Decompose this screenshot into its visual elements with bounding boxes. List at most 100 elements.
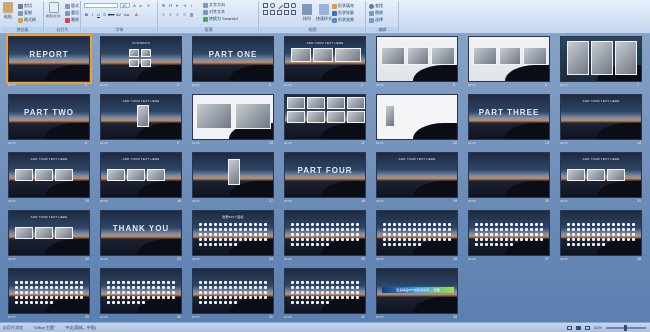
zoom-slider[interactable] <box>606 324 646 331</box>
slide-thumbnail[interactable]: ADD YOUR TEXT HERE <box>8 210 90 256</box>
slide-thumbnail[interactable] <box>284 210 366 256</box>
underline-icon[interactable]: U <box>96 12 101 17</box>
slide-thumbnail[interactable] <box>100 268 182 314</box>
select-button[interactable]: 选择 <box>369 17 383 23</box>
slide-thumbnail[interactable]: ADD YOUR TEXT HERE <box>560 94 642 140</box>
increase-indent-icon[interactable]: ⇥ <box>182 3 187 8</box>
format-painter-button[interactable]: 格式刷 <box>18 17 36 23</box>
layout-button[interactable]: 版式 <box>65 3 79 9</box>
slide-thumbnail[interactable] <box>560 36 642 82</box>
shape-brace-icon[interactable] <box>291 10 296 15</box>
columns-icon[interactable]: ▥ <box>189 12 194 17</box>
slide-thumbnail[interactable]: 附赠520个图标 <box>192 210 274 256</box>
find-button[interactable]: 查找 <box>369 3 383 9</box>
align-right-icon[interactable]: ≡ <box>175 12 180 17</box>
glyph-icon <box>582 238 585 241</box>
copy-button[interactable]: 复制 <box>18 10 32 16</box>
glyph-icon <box>577 238 580 241</box>
clear-format-icon[interactable]: ✕ <box>146 3 151 8</box>
slide-title: ADD YOUR TEXT HERE <box>122 157 160 161</box>
slide-thumbnail[interactable] <box>560 210 642 256</box>
justify-icon[interactable]: ≡ <box>182 12 187 17</box>
char-spacing-icon[interactable]: AV <box>116 12 121 17</box>
slide-thumbnail[interactable] <box>468 210 550 256</box>
slide-thumbnail[interactable]: PART FOUR <box>284 152 366 198</box>
slide-thumbnail[interactable] <box>8 268 90 314</box>
shape-arrow-icon[interactable] <box>270 10 275 15</box>
shape-rounded-icon[interactable] <box>291 3 296 8</box>
cut-button[interactable]: 剪切 <box>18 3 32 9</box>
slide-thumbnail[interactable]: ADD YOUR TEXT HERE <box>284 36 366 82</box>
font-color-icon[interactable]: A <box>134 12 139 17</box>
slide-timing: 00:05 <box>376 141 384 145</box>
slide-thumbnail[interactable]: ADD YOUR TEXT HERE <box>376 152 458 198</box>
replace-button[interactable]: 替换 <box>369 10 383 16</box>
slide-thumbnail[interactable]: PART ONE <box>192 36 274 82</box>
slide-number: 20 <box>545 199 549 203</box>
glyph-icon <box>577 223 580 226</box>
align-left-icon[interactable]: ≡ <box>161 12 166 17</box>
bullets-icon[interactable]: ☰ <box>161 3 166 8</box>
slide-thumbnail[interactable]: App Project Sample <box>376 94 458 140</box>
slide-thumbnail[interactable] <box>192 268 274 314</box>
text-direction-button[interactable]: 文字方向 <box>203 2 225 8</box>
delete-button[interactable]: 删除 <box>65 17 79 23</box>
sorter-view-icon[interactable] <box>575 325 581 330</box>
slideshow-view-icon[interactable] <box>584 325 590 330</box>
change-case-icon[interactable]: Aa <box>124 12 129 17</box>
shape-fill-button[interactable]: 形状填充 <box>332 3 354 9</box>
shape-effects-button[interactable]: 形状效果 <box>332 17 354 23</box>
convert-smartart-button[interactable]: 转换为 SmartArt <box>203 16 238 22</box>
glyph-icon <box>172 286 175 289</box>
slide-thumbnail[interactable] <box>284 268 366 314</box>
slide-thumbnail[interactable]: ADD YOUR TEXT HERE <box>100 152 182 198</box>
font-size-combo[interactable]: 10 <box>120 3 130 8</box>
zoom-thumb[interactable] <box>624 324 627 331</box>
slide-thumbnail[interactable]: PART THREE <box>468 94 550 140</box>
shape-line-icon[interactable] <box>275 1 284 10</box>
slide-thumbnail[interactable]: ADD YOUR TEXT HERE <box>560 152 642 198</box>
slide-thumbnail[interactable]: ADD YOUR TEXT HERE <box>8 152 90 198</box>
decrease-indent-icon[interactable]: ⇤ <box>175 3 180 8</box>
slide-thumbnail[interactable]: ADD YOUR TEXT HERE <box>376 36 458 82</box>
shadow-icon[interactable]: S <box>102 12 107 17</box>
grow-font-icon[interactable]: A <box>132 3 137 8</box>
shape-textbox-icon[interactable] <box>284 3 289 8</box>
slide-timing: 00:05 <box>100 315 108 319</box>
new-slide-button[interactable]: 新建幻灯片 <box>46 2 61 18</box>
shape-oval-icon[interactable] <box>270 3 275 8</box>
shape-star-icon[interactable] <box>277 10 282 15</box>
slide-thumbnail[interactable] <box>468 36 550 82</box>
font-name-combo[interactable] <box>84 3 118 8</box>
paste-button[interactable]: 粘贴 <box>3 2 13 20</box>
normal-view-icon[interactable] <box>566 325 572 330</box>
slide-thumbnail[interactable]: CONTENTS <box>100 36 182 82</box>
numbering-icon[interactable]: ☷ <box>168 3 173 8</box>
slide-thumbnail[interactable] <box>376 210 458 256</box>
shape-triangle-icon[interactable] <box>263 10 268 15</box>
shape-callout-icon[interactable] <box>284 10 289 15</box>
slide-thumbnail[interactable]: ADD YOUR TEXT HERE <box>100 94 182 140</box>
slide-thumbnail[interactable]: REPORT <box>6 34 92 84</box>
slide-thumbnail[interactable] <box>468 152 550 198</box>
reset-button[interactable]: 重设 <box>65 10 79 16</box>
arrange-button[interactable]: 排列 <box>302 4 312 22</box>
slide-thumbnail[interactable]: THANK YOU <box>100 210 182 256</box>
slide-thumbnail[interactable]: PART TWO <box>8 94 90 140</box>
align-center-icon[interactable]: ≡ <box>168 12 173 17</box>
bold-icon[interactable]: B <box>84 12 89 17</box>
slide-thumbnail[interactable]: 更多精品PPT模板请访问 — 我图 <box>376 268 458 314</box>
slide-title: ADD YOUR TEXT HERE <box>30 157 68 161</box>
shape-rect-icon[interactable] <box>263 3 268 8</box>
strikethrough-icon[interactable]: abc <box>108 12 114 17</box>
slide-thumbnail[interactable] <box>192 94 274 140</box>
shrink-font-icon[interactable]: a <box>138 3 143 8</box>
glyph-icon <box>597 233 600 236</box>
quick-styles-button[interactable]: 快速样式 <box>316 4 332 22</box>
line-spacing-icon[interactable]: ↕ <box>189 3 194 8</box>
shape-outline-button[interactable]: 形状轮廓 <box>332 10 354 16</box>
italic-icon[interactable]: I <box>90 12 95 17</box>
align-text-button[interactable]: 对齐文本 <box>203 9 225 15</box>
slide-thumbnail[interactable] <box>192 152 274 198</box>
slide-thumbnail[interactable] <box>284 94 366 140</box>
